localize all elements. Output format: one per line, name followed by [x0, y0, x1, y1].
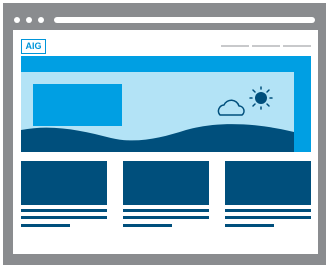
sun-icon: [249, 86, 273, 110]
window-control-dot[interactable]: [14, 17, 20, 23]
window-control-dot[interactable]: [26, 17, 32, 23]
hero-banner: [21, 56, 311, 152]
card-image: [225, 161, 311, 205]
content-card[interactable]: [225, 161, 311, 228]
nav-item-placeholder[interactable]: [252, 45, 280, 47]
card-text-line: [225, 224, 274, 227]
card-text-line: [21, 216, 107, 219]
card-text-line: [123, 216, 209, 219]
card-text-line: [21, 224, 70, 227]
card-text-line: [123, 209, 209, 212]
brand-logo[interactable]: AIG: [21, 39, 46, 54]
content-card[interactable]: [123, 161, 209, 228]
card-text-line: [123, 224, 172, 227]
content-card[interactable]: [21, 161, 107, 228]
window-control-dot[interactable]: [38, 17, 44, 23]
card-image: [21, 161, 107, 205]
nav-item-placeholder[interactable]: [283, 45, 311, 47]
address-bar[interactable]: [54, 17, 315, 23]
card-text-line: [21, 209, 107, 212]
hero-image: [21, 72, 294, 152]
card-text-line: [225, 209, 311, 212]
card-text-line: [225, 216, 311, 219]
card-image: [123, 161, 209, 205]
nav-item-placeholder[interactable]: [221, 45, 249, 47]
